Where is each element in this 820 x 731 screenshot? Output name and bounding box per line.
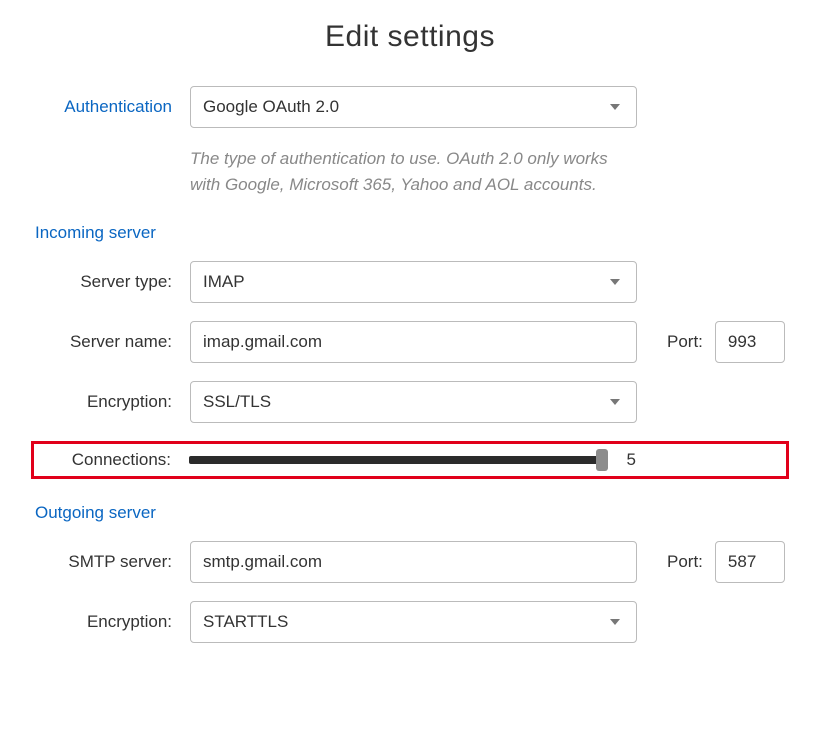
smtp-server-input[interactable]: smtp.gmail.com (190, 541, 637, 583)
chevron-down-icon (610, 279, 620, 285)
incoming-encryption-label: Encryption: (35, 392, 190, 412)
server-name-value: imap.gmail.com (203, 332, 322, 352)
server-type-dropdown[interactable]: IMAP (190, 261, 637, 303)
incoming-port-value: 993 (728, 332, 756, 352)
connections-label: Connections: (34, 450, 189, 470)
server-name-row: Server name: imap.gmail.com Port: 993 (35, 321, 785, 363)
connections-slider-thumb[interactable] (596, 449, 608, 471)
authentication-label: Authentication (35, 97, 190, 117)
outgoing-server-section-label: Outgoing server (35, 503, 785, 523)
incoming-server-section-label: Incoming server (35, 223, 785, 243)
server-type-value: IMAP (203, 272, 245, 292)
authentication-value: Google OAuth 2.0 (203, 97, 339, 117)
server-type-row: Server type: IMAP (35, 261, 785, 303)
server-name-input[interactable]: imap.gmail.com (190, 321, 637, 363)
outgoing-port-label: Port: (667, 552, 703, 572)
connections-row: Connections: 5 (34, 450, 786, 470)
authentication-row: Authentication Google OAuth 2.0 (35, 86, 785, 128)
smtp-server-label: SMTP server: (35, 552, 190, 572)
server-name-label: Server name: (35, 332, 190, 352)
incoming-encryption-row: Encryption: SSL/TLS (35, 381, 785, 423)
outgoing-port-input[interactable]: 587 (715, 541, 785, 583)
authentication-description: The type of authentication to use. OAuth… (190, 146, 637, 199)
authentication-dropdown[interactable]: Google OAuth 2.0 (190, 86, 637, 128)
server-type-label: Server type: (35, 272, 190, 292)
outgoing-port-value: 587 (728, 552, 756, 572)
incoming-encryption-dropdown[interactable]: SSL/TLS (190, 381, 637, 423)
smtp-server-value: smtp.gmail.com (203, 552, 322, 572)
chevron-down-icon (610, 619, 620, 625)
chevron-down-icon (610, 399, 620, 405)
incoming-port-label: Port: (667, 332, 703, 352)
outgoing-encryption-label: Encryption: (35, 612, 190, 632)
connections-highlight: Connections: 5 (31, 441, 789, 479)
smtp-server-row: SMTP server: smtp.gmail.com Port: 587 (35, 541, 785, 583)
incoming-encryption-value: SSL/TLS (203, 392, 271, 412)
connections-value: 5 (616, 450, 636, 470)
chevron-down-icon (610, 104, 620, 110)
page-title: Edit settings (35, 20, 785, 54)
incoming-port-input[interactable]: 993 (715, 321, 785, 363)
outgoing-encryption-value: STARTTLS (203, 612, 288, 632)
connections-slider[interactable] (189, 456, 602, 464)
outgoing-encryption-row: Encryption: STARTTLS (35, 601, 785, 643)
outgoing-encryption-dropdown[interactable]: STARTTLS (190, 601, 637, 643)
